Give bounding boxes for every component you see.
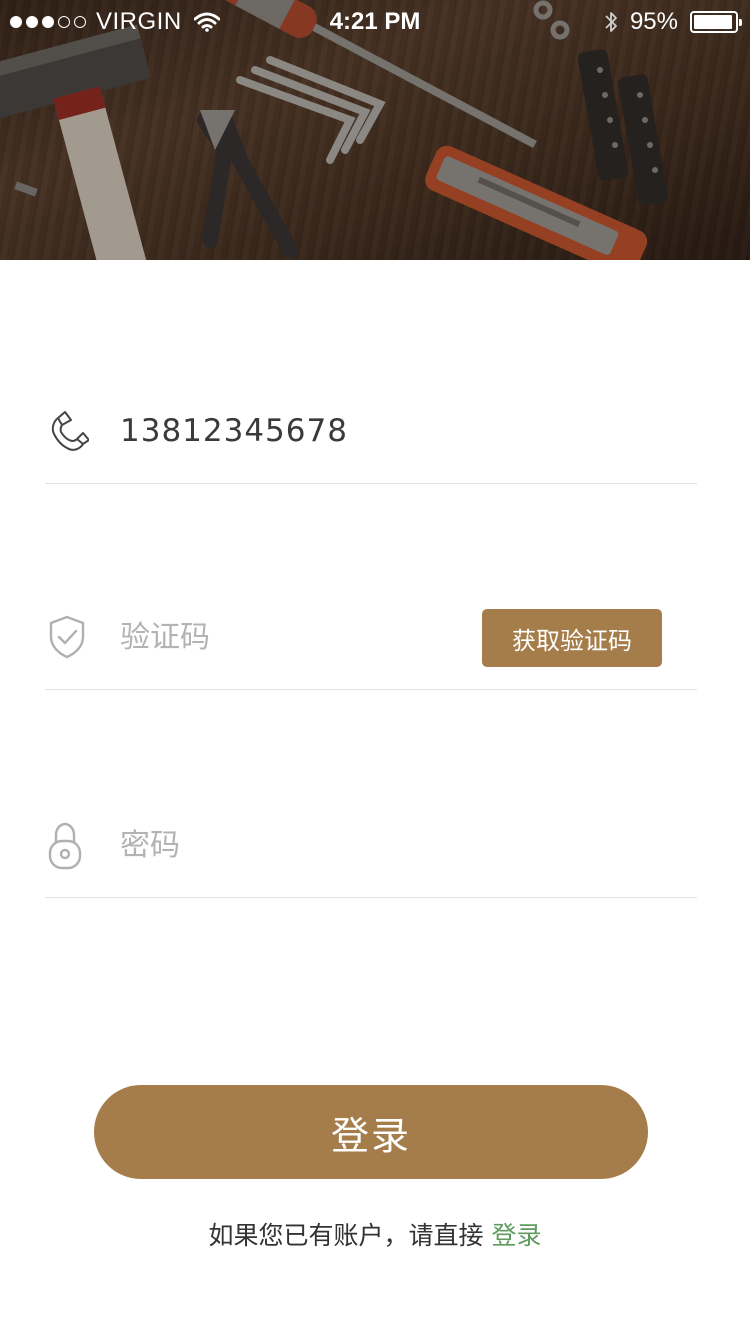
footer-login-link[interactable]: 登录 bbox=[492, 1221, 542, 1250]
footer-prompt: 如果您已有账户，请直接 登录 bbox=[0, 1216, 750, 1252]
code-field-row: 获取验证码 bbox=[45, 596, 697, 690]
password-input[interactable] bbox=[120, 820, 480, 870]
lock-icon bbox=[48, 822, 82, 870]
login-screen: VIRGIN 4:21 PM 95% 13812345678 验证码 获取验证码… bbox=[0, 0, 750, 1334]
footer-text: 如果您已有账户，请直接 bbox=[208, 1221, 484, 1250]
get-code-button[interactable]: 获取验证码 bbox=[482, 609, 662, 667]
battery-percent: 95% bbox=[629, 8, 678, 35]
battery-icon bbox=[690, 11, 742, 33]
login-button[interactable]: 登录 bbox=[94, 1085, 648, 1179]
status-right: 95% bbox=[604, 8, 742, 36]
battery-level-fill bbox=[694, 15, 732, 29]
phone-icon bbox=[51, 411, 89, 451]
shield-check-icon bbox=[49, 615, 85, 659]
phone-field-row bbox=[45, 390, 697, 484]
password-field-row bbox=[45, 804, 697, 898]
verification-code-input[interactable] bbox=[120, 612, 480, 662]
phone-input[interactable] bbox=[120, 406, 480, 456]
status-bar: VIRGIN 4:21 PM 95% bbox=[0, 0, 750, 40]
bluetooth-icon bbox=[605, 12, 617, 32]
